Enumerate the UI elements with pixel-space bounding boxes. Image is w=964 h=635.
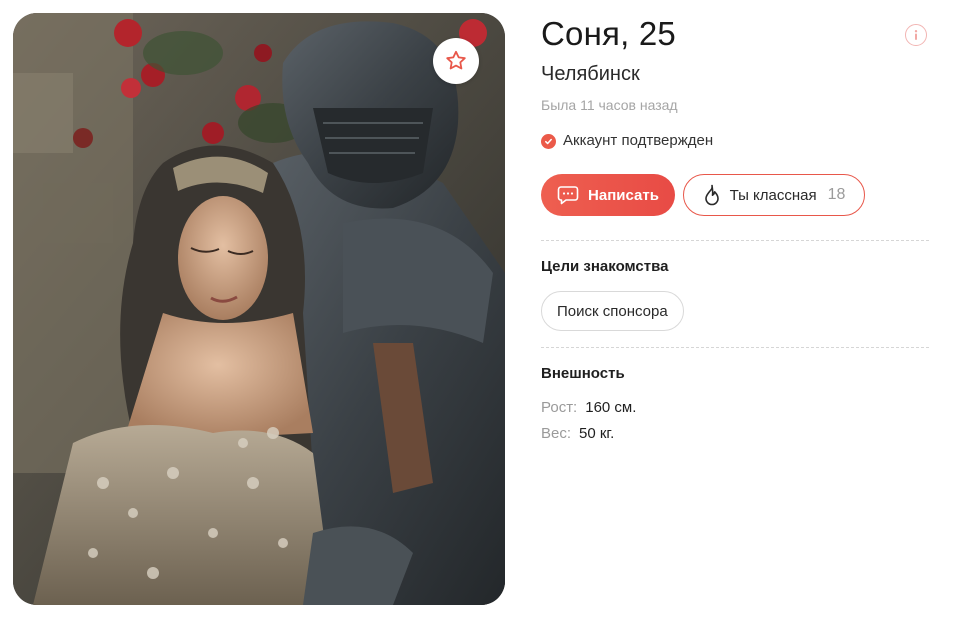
chat-bubble-icon xyxy=(557,186,579,205)
verified-label: Аккаунт подтвержден xyxy=(563,132,714,149)
flame-icon xyxy=(704,184,719,206)
compliment-count: 18 xyxy=(827,186,846,203)
photo-image xyxy=(13,13,505,605)
star-icon xyxy=(446,50,466,70)
weight-label: Вес: xyxy=(541,425,572,442)
appearance-title: Внешность xyxy=(541,365,625,382)
divider xyxy=(541,240,929,241)
write-button[interactable]: Написать xyxy=(541,174,675,216)
verified-status: Аккаунт подтвержден xyxy=(541,132,713,150)
info-button[interactable] xyxy=(905,24,927,46)
write-button-label: Написать xyxy=(588,186,659,204)
height-value: 160 см. xyxy=(585,399,637,416)
compliment-button[interactable]: Ты классная 18 xyxy=(683,174,865,216)
goal-chip: Поиск спонсора xyxy=(541,291,684,331)
profile-city: Челябинск xyxy=(541,63,640,85)
check-icon xyxy=(541,133,556,149)
last-seen: Была 11 часов назад xyxy=(541,97,678,113)
info-icon xyxy=(914,30,918,40)
weight-value: 50 кг. xyxy=(579,425,615,442)
profile-photo[interactable] xyxy=(13,13,505,605)
profile-name-age: Соня, 25 xyxy=(541,15,676,52)
compliment-label: Ты классная xyxy=(729,186,817,204)
weight-row: Вес: 50 кг. xyxy=(541,425,614,443)
profile-page: Соня, 25 Челябинск Была 11 часов назад А… xyxy=(0,0,964,635)
favorite-button[interactable] xyxy=(433,38,479,84)
height-row: Рост: 160 см. xyxy=(541,399,636,417)
height-label: Рост: xyxy=(541,399,578,416)
goals-title: Цели знакомства xyxy=(541,258,669,275)
divider xyxy=(541,347,929,348)
name-row: Соня, 25 xyxy=(541,14,929,58)
actions: Написать Ты классная 18 xyxy=(541,174,865,216)
